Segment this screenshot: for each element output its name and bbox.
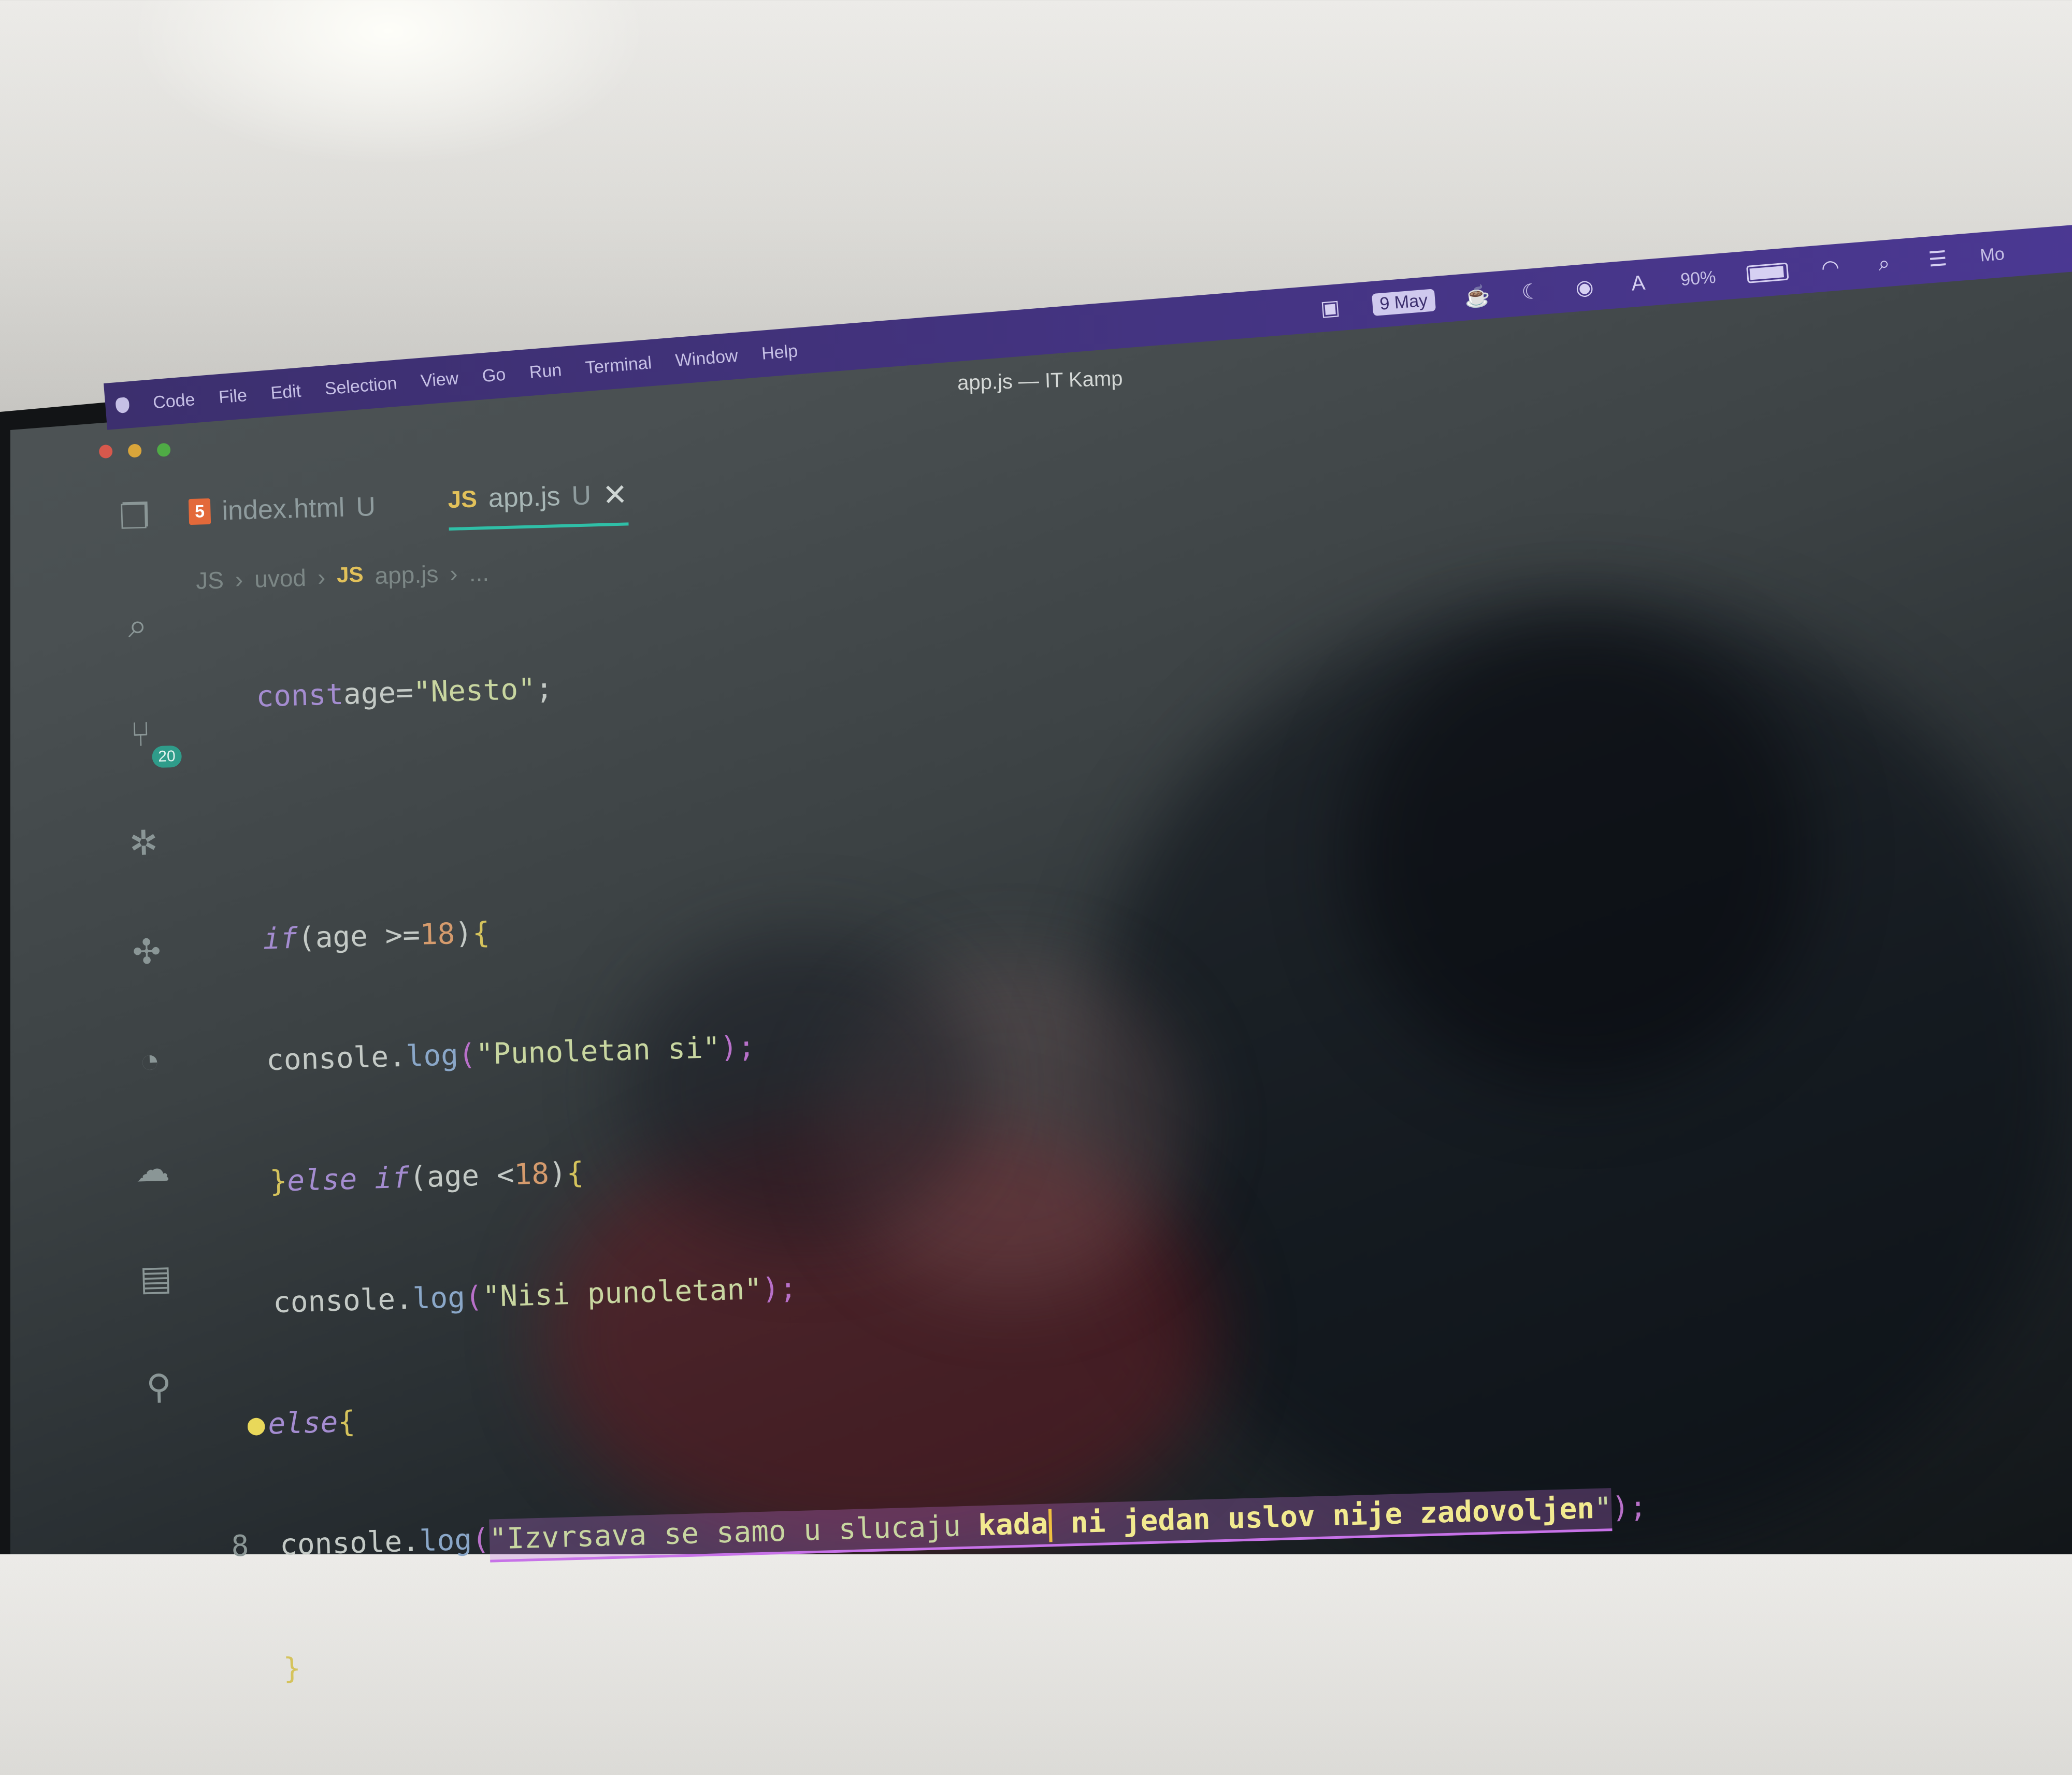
menu-file[interactable]: File	[218, 385, 248, 407]
code-line-current: 8 console. log("Izvrsava se samo u slucaj…	[191, 1487, 1647, 1570]
code-line: console. log("Punoletan si");	[266, 1029, 756, 1078]
battery-percent: 90%	[1679, 267, 1717, 290]
close-window-button[interactable]	[98, 445, 113, 459]
minimize-window-button[interactable]	[127, 443, 142, 458]
html5-icon: 5	[188, 498, 211, 525]
tab-label: app.js	[488, 481, 561, 513]
text-selection: "Izvrsava se samo u slucaju kada ni jeda…	[488, 1488, 1613, 1563]
breadcrumb-folder[interactable]: uvod	[254, 564, 306, 593]
play-icon[interactable]: ◉	[1572, 275, 1596, 300]
extensions-icon[interactable]: ✣	[125, 931, 168, 973]
tab-untracked-status: U	[571, 480, 592, 511]
menu-go[interactable]: Go	[481, 364, 506, 387]
keyboard-input-icon[interactable]: A	[1626, 271, 1650, 295]
breadcrumb: JS › uvod › JS app.js › ...	[195, 559, 489, 595]
window-controls	[98, 443, 171, 459]
text-cursor	[1048, 1509, 1053, 1542]
chevron-right-icon: ›	[235, 566, 243, 593]
menu-edit[interactable]: Edit	[270, 381, 302, 404]
spotlight-search-icon[interactable]: ⌕	[1872, 251, 1896, 276]
wifi-icon[interactable]: ◠	[1818, 255, 1843, 280]
files-icon[interactable]: ❐	[113, 495, 156, 538]
code-line: } else if (age < 18) {	[269, 1156, 585, 1199]
javascript-icon: JS	[447, 485, 478, 513]
menu-help[interactable]: Help	[761, 341, 799, 364]
chevron-right-icon: ›	[449, 560, 458, 588]
javascript-icon: JS	[336, 562, 364, 588]
source-control-icon[interactable]: ⑂ 20	[119, 713, 182, 768]
code-line: ● else {	[188, 1366, 1644, 1447]
menu-run[interactable]: Run	[528, 360, 562, 383]
menu-window[interactable]: Window	[674, 346, 739, 371]
battery-icon[interactable]	[1746, 262, 1789, 283]
tab-index-html[interactable]: 5 index.html U	[188, 491, 377, 538]
tab-untracked-status: U	[355, 492, 376, 523]
tab-app-js[interactable]: JS app.js U ✕	[447, 477, 629, 531]
docker-icon[interactable]: ☁	[132, 1148, 174, 1190]
menu-selection[interactable]: Selection	[324, 373, 398, 399]
python-icon[interactable]: ⚲	[138, 1365, 180, 1408]
menu-terminal[interactable]: Terminal	[584, 353, 652, 378]
code-editor[interactable]: const age = "Nesto"; if (age >= 18) { co…	[165, 558, 1653, 1773]
code-line: if (age >= 18) {	[262, 916, 491, 956]
code-line: console. log("Nisi punoletan");	[272, 1271, 798, 1320]
chevron-right-icon: ›	[317, 563, 326, 591]
moon-icon[interactable]: ☾	[1519, 280, 1543, 304]
apple-icon[interactable]	[115, 397, 130, 414]
menu-clock: Mo	[1979, 244, 2006, 266]
menu-code[interactable]: Code	[152, 390, 196, 413]
close-tab-icon[interactable]: ✕	[602, 477, 628, 512]
tab-label: index.html	[221, 492, 346, 526]
window-title: app.js — IT Kamp	[957, 367, 1124, 395]
maximize-window-button[interactable]	[156, 443, 171, 457]
database-icon[interactable]: ▤	[135, 1256, 177, 1299]
ceiling-light	[130, 0, 648, 166]
search-icon[interactable]: ⌕	[116, 604, 159, 647]
editor-window: app.js — IT Kamp ❐ ⌕ ⑂ 20 ✲ ✣ ◔ ☁ ▤ ⚲ 5 …	[78, 367, 2072, 1686]
coffee-icon[interactable]: ☕	[1463, 284, 1491, 309]
menu-view[interactable]: View	[420, 368, 459, 392]
debug-icon[interactable]: ✲	[122, 822, 165, 864]
lightbulb-icon[interactable]: ●	[247, 1405, 266, 1445]
code-line: }	[283, 1651, 301, 1686]
date-widget[interactable]: 9 May	[1371, 288, 1436, 316]
tab-bar: 5 index.html U JS app.js U ✕	[188, 477, 629, 538]
line-number: 8	[231, 1529, 250, 1564]
breadcrumb-root[interactable]: JS	[195, 566, 224, 594]
calendar-icon[interactable]: ▣	[1318, 296, 1342, 320]
breadcrumb-file[interactable]: app.js	[375, 560, 439, 590]
breadcrumb-symbol[interactable]: ...	[469, 559, 490, 587]
git-graph-icon[interactable]: ◔	[128, 1039, 171, 1081]
code-line: const age = "Nesto";	[255, 671, 554, 714]
control-center-icon[interactable]: ☰	[1925, 247, 1950, 271]
